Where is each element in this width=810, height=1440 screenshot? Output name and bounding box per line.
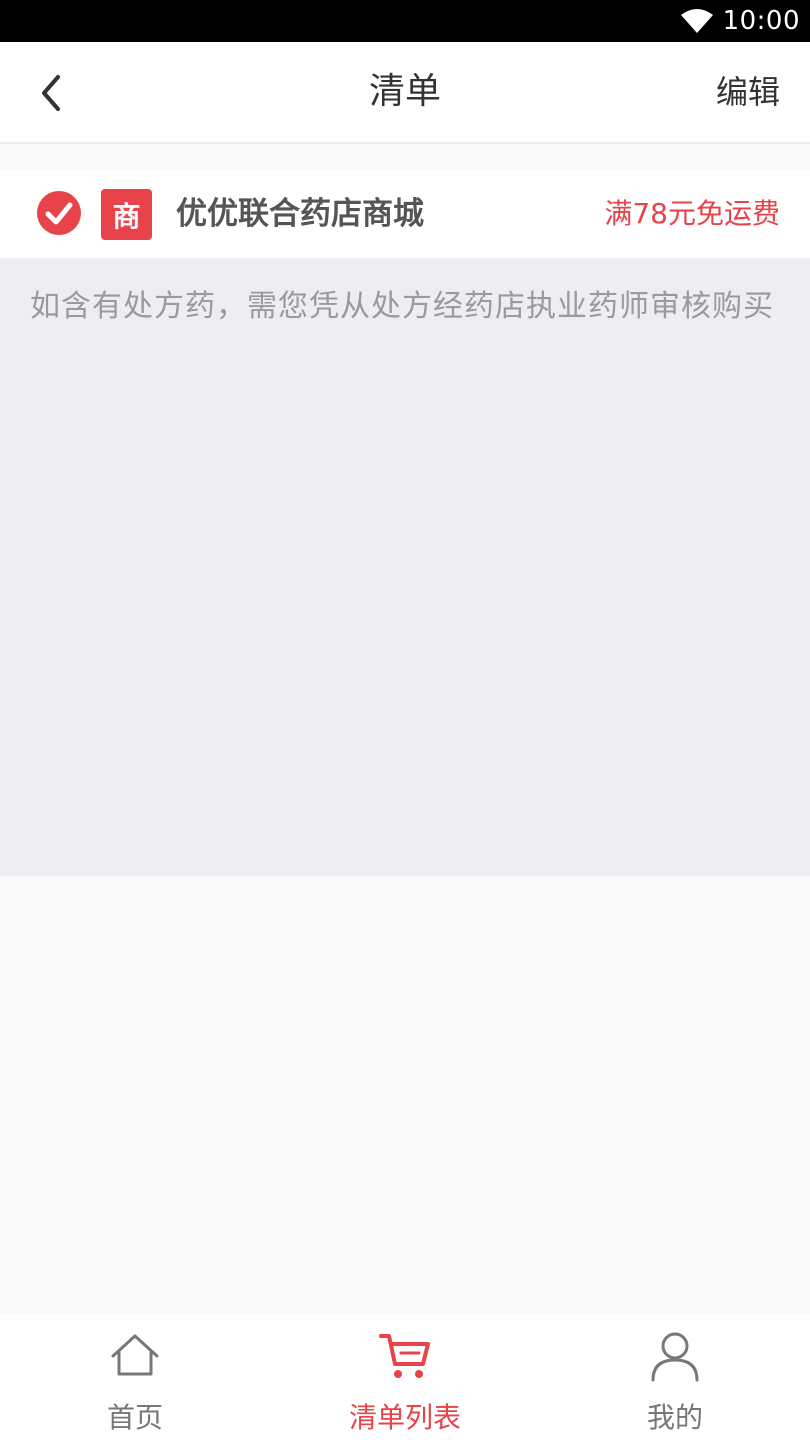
home-icon (111, 1334, 159, 1376)
status-time: 10:00 (722, 6, 800, 36)
tab-list[interactable]: 清单列表 (270, 1314, 540, 1440)
shop-row: 商 优优联合药店商城 满78元免运费 (0, 170, 810, 258)
check-circle-icon[interactable] (36, 190, 82, 236)
tab-home[interactable]: 首页 (0, 1314, 270, 1440)
edit-button[interactable]: 编辑 (716, 42, 780, 142)
user-icon (651, 1332, 699, 1382)
tab-list-label: 清单列表 (348, 1401, 461, 1434)
shop-name[interactable]: 优优联合药店商城 (176, 170, 424, 258)
tab-me-label: 我的 (646, 1401, 703, 1434)
prescription-notice: 如含有处方药，需您凭从处方经药店执业药师审核购买 (30, 289, 774, 324)
wifi-icon (680, 9, 713, 33)
nav-bar: 清单 编辑 (0, 42, 810, 144)
notice-area: 如含有处方药，需您凭从处方经药店执业药师审核购买 (0, 258, 810, 876)
shop-badge: 商 (101, 189, 152, 240)
tab-home-label: 首页 (106, 1401, 163, 1434)
page-title: 清单 (368, 71, 441, 112)
shipping-promo: 满78元免运费 (604, 197, 780, 230)
status-bar: 10:00 (0, 0, 810, 42)
cart-icon (379, 1334, 430, 1378)
tab-me[interactable]: 我的 (540, 1314, 810, 1440)
tab-bar: 首页 清单列表 我的 (0, 1314, 810, 1440)
